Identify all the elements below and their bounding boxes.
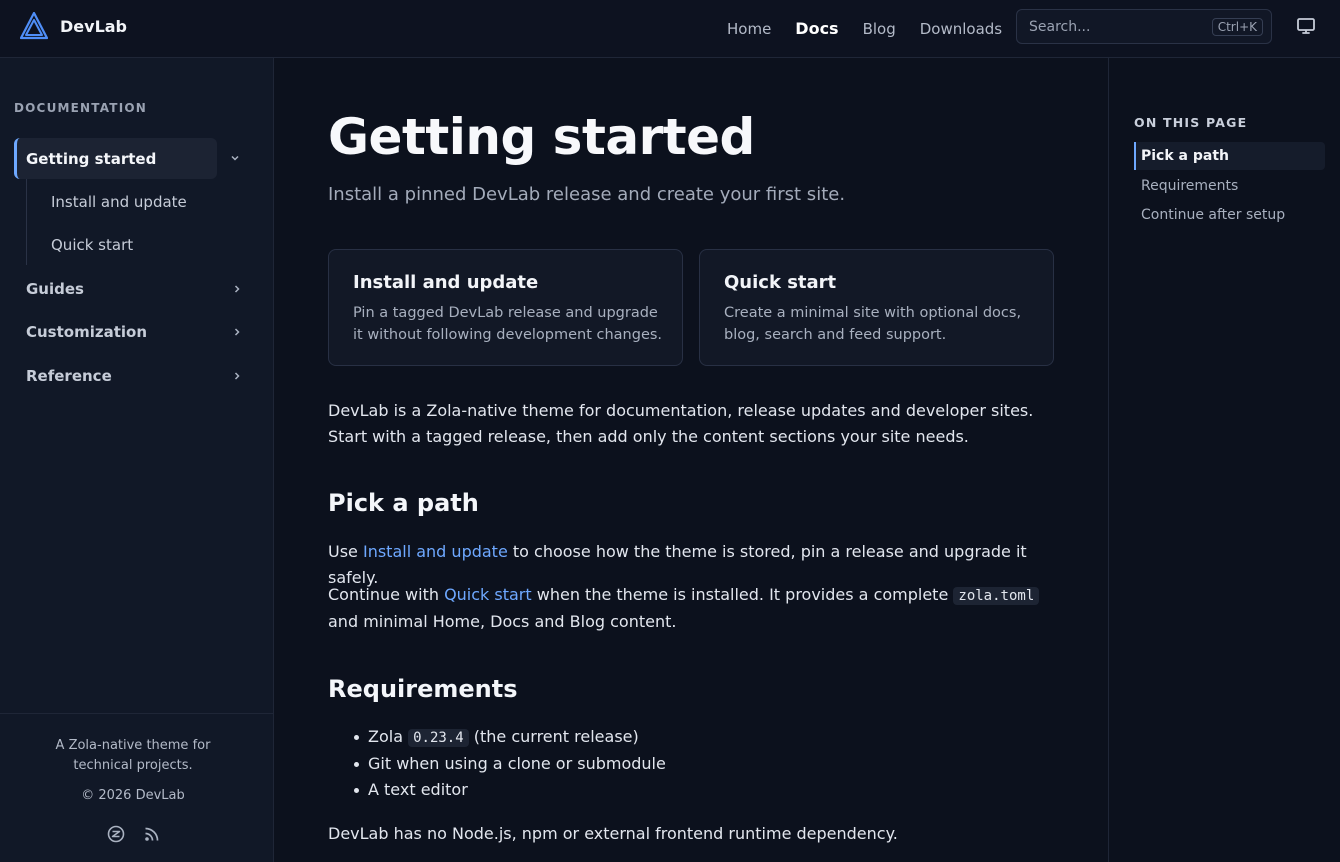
sidebar-item-reference[interactable]: Reference: [26, 367, 112, 385]
search-input[interactable]: [1029, 18, 1212, 35]
toc-item-label: Pick a path: [1141, 148, 1229, 164]
card-text: Create a minimal site with optional docs…: [724, 305, 1022, 343]
search-shortcut-badge: Ctrl+K: [1211, 17, 1263, 36]
card-text: Pin a tagged DevLab release and upgrade …: [353, 305, 663, 343]
sidebar-subitem-quick-start[interactable]: Quick start: [51, 236, 133, 254]
sidebar-tagline: A Zola-native theme for technical projec…: [55, 738, 211, 773]
sidebar-subitem-install-and-update[interactable]: Install and update: [51, 193, 187, 211]
closing-paragraph: DevLab has no Node.js, npm or external f…: [328, 824, 898, 843]
toc-heading: ON THIS PAGE: [1134, 115, 1248, 130]
card-install-and-update[interactable]: Install and update Pin a tagged DevLab r…: [328, 249, 683, 366]
theme-toggle-button[interactable]: [1294, 14, 1318, 38]
intro-paragraph: DevLab is a Zola-native theme for docume…: [328, 401, 1034, 446]
pick-paragraph-2: Continue with Quick start when the theme…: [328, 582, 1048, 635]
list-item: A text editor: [354, 777, 666, 803]
sidebar-footer: A Zola-native theme for technical projec…: [0, 713, 273, 862]
chevron-right-icon[interactable]: [230, 282, 244, 296]
code-zola-version: 0.23.4: [408, 729, 469, 747]
card-quick-start[interactable]: Quick start Create a minimal site with o…: [699, 249, 1054, 366]
sidebar-item-label: Getting started: [26, 149, 157, 168]
docs-sidebar: DOCUMENTATION Getting started Install an…: [0, 58, 274, 862]
text-fragment: Use: [328, 542, 363, 561]
code-zola-toml: zola.toml: [953, 587, 1040, 605]
heading-pick-a-path: Pick a path: [328, 489, 479, 517]
brand-link[interactable]: DevLab: [20, 12, 127, 40]
card-title: Install and update: [353, 272, 539, 293]
triangle-logo-icon: [20, 12, 48, 40]
link-install-and-update[interactable]: Install and update: [363, 542, 508, 561]
list-item: Git when using a clone or submodule: [354, 751, 666, 777]
main-content: Getting started Install a pinned DevLab …: [274, 58, 1108, 862]
chevron-right-icon[interactable]: [230, 369, 244, 383]
page-subtitle: Install a pinned DevLab release and crea…: [328, 184, 846, 205]
toc-item-continue-after-setup[interactable]: Continue after setup: [1141, 207, 1285, 223]
list-item: Zola 0.23.4 (the current release): [354, 724, 666, 751]
sidebar-item-customization[interactable]: Customization: [26, 323, 147, 341]
main-nav: Home Docs Blog Downloads: [727, 0, 1026, 57]
sidebar-heading: DOCUMENTATION: [14, 101, 147, 115]
search-box[interactable]: Ctrl+K: [1016, 9, 1272, 44]
sidebar-copyright: © 2026 DevLab: [81, 788, 185, 803]
top-header: DevLab Home Docs Blog Downloads Ctrl+K: [0, 0, 1340, 58]
sidebar-item-getting-started[interactable]: Getting started: [14, 138, 217, 179]
page-title: Getting started: [328, 108, 755, 166]
sidebar-item-guides[interactable]: Guides: [26, 280, 84, 298]
heading-requirements: Requirements: [328, 675, 518, 703]
text-fragment: Continue with: [328, 585, 445, 604]
chevron-right-icon[interactable]: [230, 325, 244, 339]
text-fragment: Zola: [368, 727, 409, 746]
toc-item-pick-a-path[interactable]: Pick a path: [1134, 142, 1325, 170]
text-fragment: (the current release): [468, 727, 639, 746]
nav-blog[interactable]: Blog: [863, 20, 896, 38]
chevron-down-icon[interactable]: [228, 151, 242, 165]
card-title: Quick start: [724, 272, 837, 293]
nav-docs[interactable]: Docs: [795, 19, 838, 38]
sidebar-subtree-line: [26, 179, 27, 265]
rss-icon[interactable]: [143, 825, 161, 843]
text-fragment: when the theme is installed. It provides…: [531, 585, 954, 604]
link-quick-start[interactable]: Quick start: [444, 585, 532, 604]
toc-item-requirements[interactable]: Requirements: [1141, 178, 1238, 194]
requirements-list: Zola 0.23.4 (the current release) Git wh…: [354, 724, 666, 803]
nav-home[interactable]: Home: [727, 20, 771, 38]
zola-icon[interactable]: [107, 825, 125, 843]
brand-name: DevLab: [60, 16, 128, 36]
nav-downloads[interactable]: Downloads: [920, 20, 1002, 38]
monitor-icon: [1297, 18, 1315, 34]
table-of-contents: ON THIS PAGE Pick a path Requirements Co…: [1108, 58, 1340, 862]
text-fragment: and minimal Home, Docs and Blog content.: [328, 612, 677, 631]
